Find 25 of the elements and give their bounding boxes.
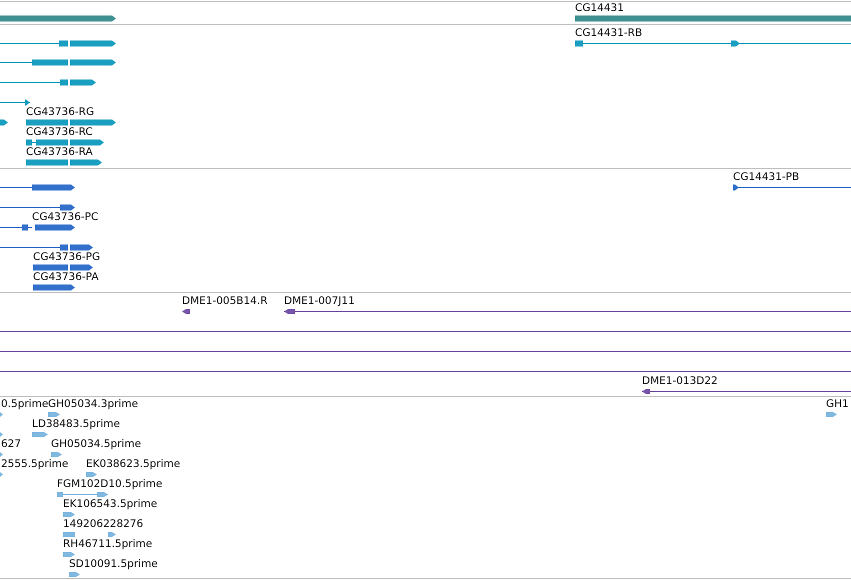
feature-label: GH1 bbox=[826, 398, 849, 410]
feature-label: DME1-007J11 bbox=[284, 295, 355, 307]
feature-label: CG14431 bbox=[575, 2, 624, 14]
feature-label: RH46711.5prime bbox=[63, 538, 152, 550]
feature-label: SD10091.5prime bbox=[69, 558, 158, 570]
feature-label: 149206228276 bbox=[63, 518, 144, 530]
feature-label: CG43736-RG bbox=[26, 106, 94, 118]
feature-label: CG14431-PB bbox=[733, 171, 800, 183]
feature-label: 627 bbox=[1, 438, 22, 450]
feature-label: GH05034.5prime bbox=[51, 438, 142, 450]
feature-label: 2555.5prime bbox=[1, 458, 68, 470]
feature-label: CG43736-RA bbox=[26, 146, 93, 158]
feature-label: LD38483.5prime bbox=[32, 418, 120, 430]
feature-label: GH05034.3prime bbox=[48, 398, 138, 410]
feature-label: CG43736-PC bbox=[32, 211, 98, 223]
feature-label: EK106543.5prime bbox=[63, 498, 158, 510]
feature-label: FGM102D10.5prime bbox=[57, 478, 162, 490]
feature-label: CG43736-PA bbox=[33, 271, 99, 283]
feature-label: CG43736-PG bbox=[33, 251, 100, 263]
feature-label: EK038623.5prime bbox=[86, 458, 180, 470]
feature-label: CG43736-RC bbox=[26, 126, 93, 138]
feature-label: 0.5prime bbox=[1, 398, 48, 410]
feature-label: DME1-005B14.R bbox=[182, 295, 268, 307]
feature-label: DME1-013D22 bbox=[642, 375, 718, 387]
feature-label: CG14431-RB bbox=[575, 27, 642, 39]
